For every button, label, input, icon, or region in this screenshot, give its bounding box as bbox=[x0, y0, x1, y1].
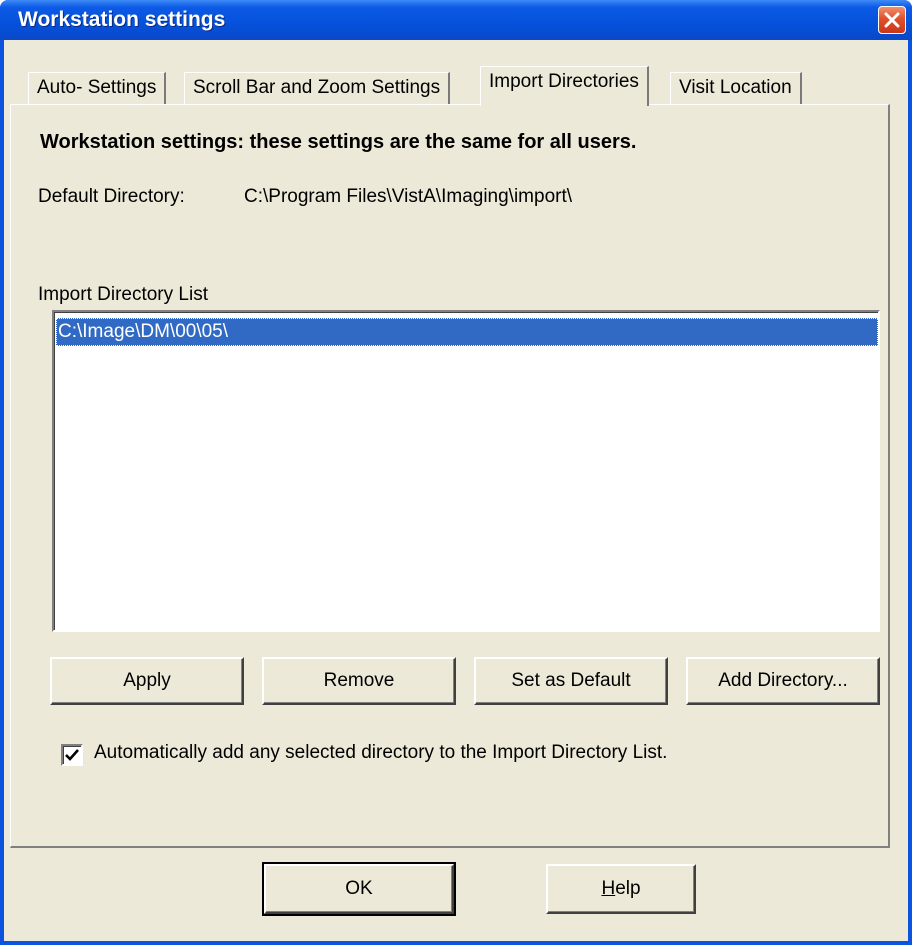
title-bar[interactable]: Workstation settings bbox=[0, 0, 912, 40]
auto-add-checkbox[interactable] bbox=[61, 744, 83, 766]
help-mnemonic: H bbox=[601, 878, 616, 899]
page-heading: Workstation settings: these settings are… bbox=[40, 131, 637, 153]
remove-button[interactable]: Remove bbox=[262, 657, 456, 705]
default-directory-value: C:\Program Files\VistA\Imaging\import\ bbox=[244, 186, 573, 207]
import-directory-list[interactable]: C:\Image\DM\00\05\ bbox=[52, 310, 880, 632]
checkmark-icon bbox=[65, 749, 79, 761]
help-button[interactable]: Help bbox=[546, 864, 696, 914]
add-directory-button[interactable]: Add Directory... bbox=[686, 657, 880, 705]
dialog-client-area: Auto- Settings Scroll Bar and Zoom Setti… bbox=[4, 40, 908, 941]
tab-label: Auto- Settings bbox=[37, 77, 157, 98]
default-directory-label: Default Directory: bbox=[38, 186, 185, 207]
tab-label: Import Directories bbox=[489, 71, 639, 92]
tab-label: Visit Location bbox=[679, 77, 792, 98]
dialog-window: Workstation settings Auto- Settings Scro… bbox=[0, 0, 912, 945]
ok-button[interactable]: OK bbox=[262, 862, 456, 916]
close-button[interactable] bbox=[878, 6, 906, 34]
list-item[interactable]: C:\Image\DM\00\05\ bbox=[56, 318, 878, 346]
set-as-default-button[interactable]: Set as Default bbox=[474, 657, 668, 705]
window-title: Workstation settings bbox=[18, 8, 226, 31]
close-icon bbox=[884, 12, 900, 28]
tab-import-directories[interactable]: Import Directories bbox=[480, 66, 649, 106]
import-list-label: Import Directory List bbox=[38, 284, 208, 305]
tab-auto-settings[interactable]: Auto- Settings bbox=[28, 72, 167, 104]
auto-add-checkbox-label[interactable]: Automatically add any selected directory… bbox=[94, 742, 667, 764]
help-label: elp bbox=[615, 878, 641, 899]
tab-scroll-bar-zoom[interactable]: Scroll Bar and Zoom Settings bbox=[184, 72, 451, 104]
apply-button[interactable]: Apply bbox=[50, 657, 244, 705]
tab-visit-location[interactable]: Visit Location bbox=[670, 72, 802, 104]
tab-label: Scroll Bar and Zoom Settings bbox=[193, 77, 441, 98]
